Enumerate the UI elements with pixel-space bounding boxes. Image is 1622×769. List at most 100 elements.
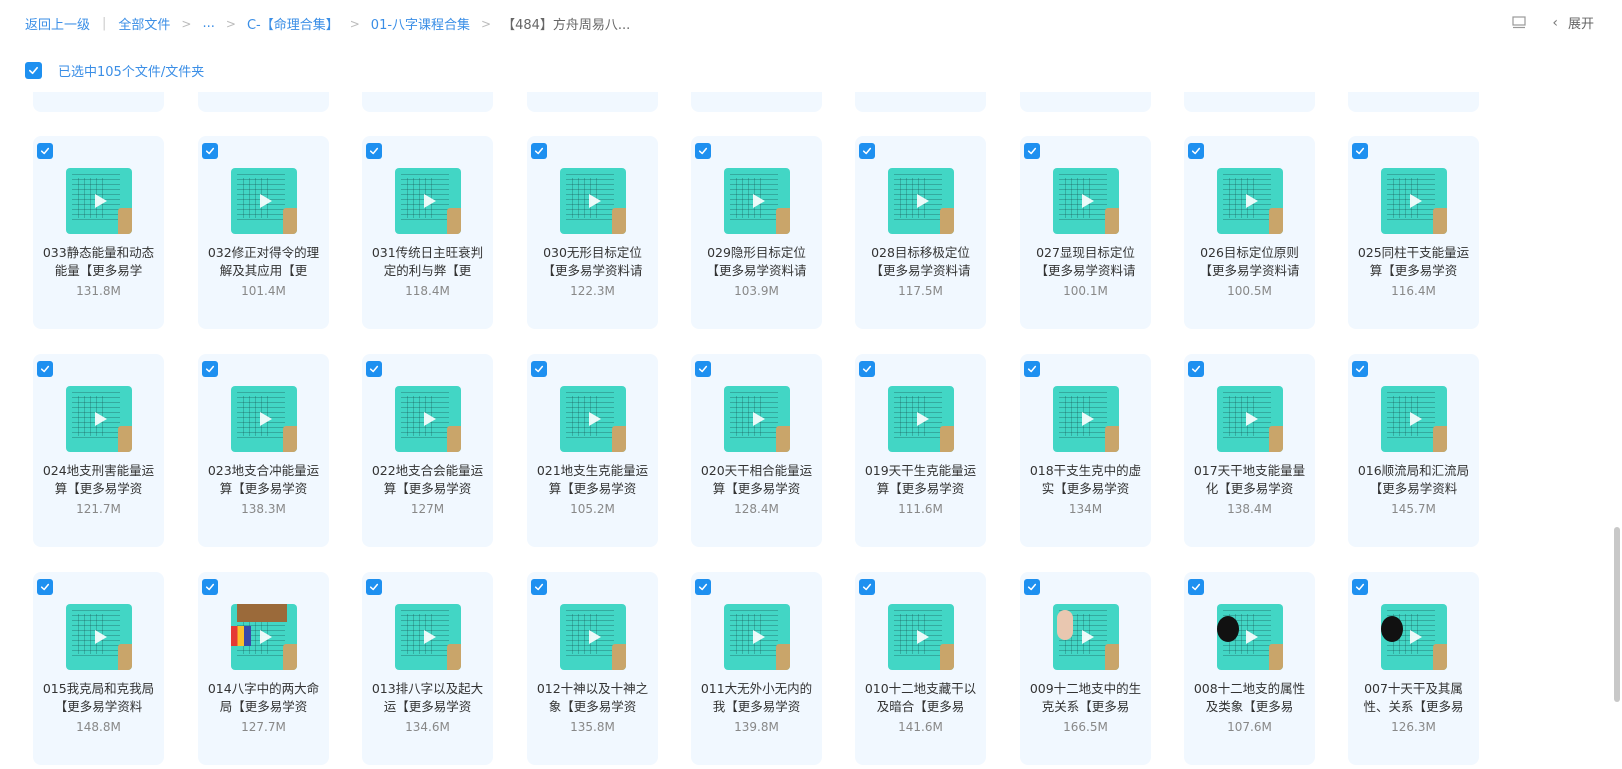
file-card-partial[interactable]	[691, 92, 822, 112]
file-checkbox[interactable]	[531, 143, 547, 159]
video-thumbnail[interactable]	[1217, 168, 1283, 234]
file-checkbox[interactable]	[1188, 361, 1204, 377]
file-checkbox[interactable]	[695, 143, 711, 159]
layout-toggle-icon[interactable]	[1512, 16, 1526, 29]
file-card[interactable]: 013排八字以及起大运【更多易学资 134.6M	[362, 572, 493, 765]
file-checkbox[interactable]	[366, 361, 382, 377]
file-name[interactable]: 007十天干及其属性、关系【更多易	[1356, 680, 1471, 716]
file-checkbox[interactable]	[531, 579, 547, 595]
breadcrumb-level1[interactable]: C-【命理合集】	[247, 14, 339, 33]
file-checkbox[interactable]	[202, 579, 218, 595]
file-card[interactable]: 009十二地支中的生克关系【更多易 166.5M	[1020, 572, 1151, 765]
file-name[interactable]: 010十二地支藏干以及暗合【更多易	[863, 680, 978, 716]
select-all-checkbox[interactable]	[25, 62, 42, 79]
video-thumbnail[interactable]	[1217, 604, 1283, 670]
video-thumbnail[interactable]	[888, 168, 954, 234]
file-card-partial[interactable]	[1184, 92, 1315, 112]
file-name[interactable]: 012十神以及十神之象【更多易学资	[535, 680, 650, 716]
file-name[interactable]: 033静态能量和动态能量【更多易学	[41, 244, 156, 280]
file-card[interactable]: 007十天干及其属性、关系【更多易 126.3M	[1348, 572, 1479, 765]
file-card[interactable]: 017天干地支能量量化【更多易学资 138.4M	[1184, 354, 1315, 547]
chevron-left-icon[interactable]: ‹	[1552, 15, 1558, 31]
file-card-partial[interactable]	[527, 92, 658, 112]
file-checkbox[interactable]	[366, 143, 382, 159]
video-thumbnail[interactable]	[231, 604, 297, 670]
file-name[interactable]: 021地支生克能量运算【更多易学资	[535, 462, 650, 498]
file-name[interactable]: 028目标移极定位【更多易学资料请	[863, 244, 978, 280]
file-name[interactable]: 030无形目标定位【更多易学资料请	[535, 244, 650, 280]
video-thumbnail[interactable]	[1381, 168, 1447, 234]
file-card[interactable]: 023地支合冲能量运算【更多易学资 138.3M	[198, 354, 329, 547]
file-checkbox[interactable]	[695, 579, 711, 595]
file-name[interactable]: 029隐形目标定位【更多易学资料请	[699, 244, 814, 280]
file-checkbox[interactable]	[1352, 361, 1368, 377]
file-name[interactable]: 026目标定位原则【更多易学资料请	[1192, 244, 1307, 280]
file-card-partial[interactable]	[362, 92, 493, 112]
file-name[interactable]: 017天干地支能量量化【更多易学资	[1192, 462, 1307, 498]
video-thumbnail[interactable]	[395, 168, 461, 234]
video-thumbnail[interactable]	[231, 168, 297, 234]
file-card[interactable]: 032修正对得令的理解及其应用【更 101.4M	[198, 136, 329, 329]
video-thumbnail[interactable]	[724, 168, 790, 234]
file-name[interactable]: 009十二地支中的生克关系【更多易	[1028, 680, 1143, 716]
file-name[interactable]: 008十二地支的属性及类象【更多易	[1192, 680, 1307, 716]
video-thumbnail[interactable]	[1381, 386, 1447, 452]
file-name[interactable]: 014八字中的两大命局【更多易学资	[206, 680, 321, 716]
file-name[interactable]: 024地支刑害能量运算【更多易学资	[41, 462, 156, 498]
file-card[interactable]: 018干支生克中的虚实【更多易学资 134M	[1020, 354, 1151, 547]
file-checkbox[interactable]	[1024, 579, 1040, 595]
file-card[interactable]: 008十二地支的属性及类象【更多易 107.6M	[1184, 572, 1315, 765]
file-checkbox[interactable]	[1188, 579, 1204, 595]
file-name[interactable]: 027显现目标定位【更多易学资料请	[1028, 244, 1143, 280]
file-name[interactable]: 018干支生克中的虚实【更多易学资	[1028, 462, 1143, 498]
video-thumbnail[interactable]	[560, 386, 626, 452]
file-card[interactable]: 026目标定位原则【更多易学资料请 100.5M	[1184, 136, 1315, 329]
breadcrumb-level2[interactable]: 01-八字课程合集	[371, 14, 470, 33]
scrollbar-thumb[interactable]	[1614, 527, 1620, 702]
file-checkbox[interactable]	[1352, 579, 1368, 595]
file-card-partial[interactable]	[1348, 92, 1479, 112]
file-checkbox[interactable]	[37, 143, 53, 159]
file-name[interactable]: 031传统日主旺衰判定的利与弊【更	[370, 244, 485, 280]
video-thumbnail[interactable]	[395, 386, 461, 452]
file-checkbox[interactable]	[859, 361, 875, 377]
file-checkbox[interactable]	[1188, 143, 1204, 159]
file-card[interactable]: 021地支生克能量运算【更多易学资 105.2M	[527, 354, 658, 547]
expand-button[interactable]: 展开	[1568, 13, 1594, 32]
file-checkbox[interactable]	[37, 361, 53, 377]
video-thumbnail[interactable]	[1053, 604, 1119, 670]
file-card[interactable]: 027显现目标定位【更多易学资料请 100.1M	[1020, 136, 1151, 329]
video-thumbnail[interactable]	[1381, 604, 1447, 670]
video-thumbnail[interactable]	[724, 604, 790, 670]
file-card[interactable]: 029隐形目标定位【更多易学资料请 103.9M	[691, 136, 822, 329]
video-thumbnail[interactable]	[888, 386, 954, 452]
video-thumbnail[interactable]	[66, 168, 132, 234]
file-checkbox[interactable]	[366, 579, 382, 595]
file-checkbox[interactable]	[202, 361, 218, 377]
file-checkbox[interactable]	[859, 143, 875, 159]
file-card[interactable]: 033静态能量和动态能量【更多易学 131.8M	[33, 136, 164, 329]
file-checkbox[interactable]	[202, 143, 218, 159]
file-card-partial[interactable]	[33, 92, 164, 112]
file-checkbox[interactable]	[531, 361, 547, 377]
file-checkbox[interactable]	[1352, 143, 1368, 159]
file-name[interactable]: 011大无外小无内的我【更多易学资	[699, 680, 814, 716]
file-name[interactable]: 022地支合会能量运算【更多易学资	[370, 462, 485, 498]
file-name[interactable]: 013排八字以及起大运【更多易学资	[370, 680, 485, 716]
video-thumbnail[interactable]	[1217, 386, 1283, 452]
file-name[interactable]: 015我克局和克我局【更多易学资料	[41, 680, 156, 716]
video-thumbnail[interactable]	[888, 604, 954, 670]
file-card-partial[interactable]	[855, 92, 986, 112]
video-thumbnail[interactable]	[1053, 386, 1119, 452]
file-name[interactable]: 016顺流局和汇流局【更多易学资料	[1356, 462, 1471, 498]
file-card[interactable]: 030无形目标定位【更多易学资料请 122.3M	[527, 136, 658, 329]
file-card[interactable]: 031传统日主旺衰判定的利与弊【更 118.4M	[362, 136, 493, 329]
file-card[interactable]: 024地支刑害能量运算【更多易学资 121.7M	[33, 354, 164, 547]
video-thumbnail[interactable]	[724, 386, 790, 452]
video-thumbnail[interactable]	[66, 604, 132, 670]
file-name[interactable]: 020天干相合能量运算【更多易学资	[699, 462, 814, 498]
file-checkbox[interactable]	[37, 579, 53, 595]
breadcrumb-ellipsis[interactable]: ...	[202, 16, 214, 31]
video-thumbnail[interactable]	[231, 386, 297, 452]
file-name[interactable]: 025同柱干支能量运算【更多易学资	[1356, 244, 1471, 280]
